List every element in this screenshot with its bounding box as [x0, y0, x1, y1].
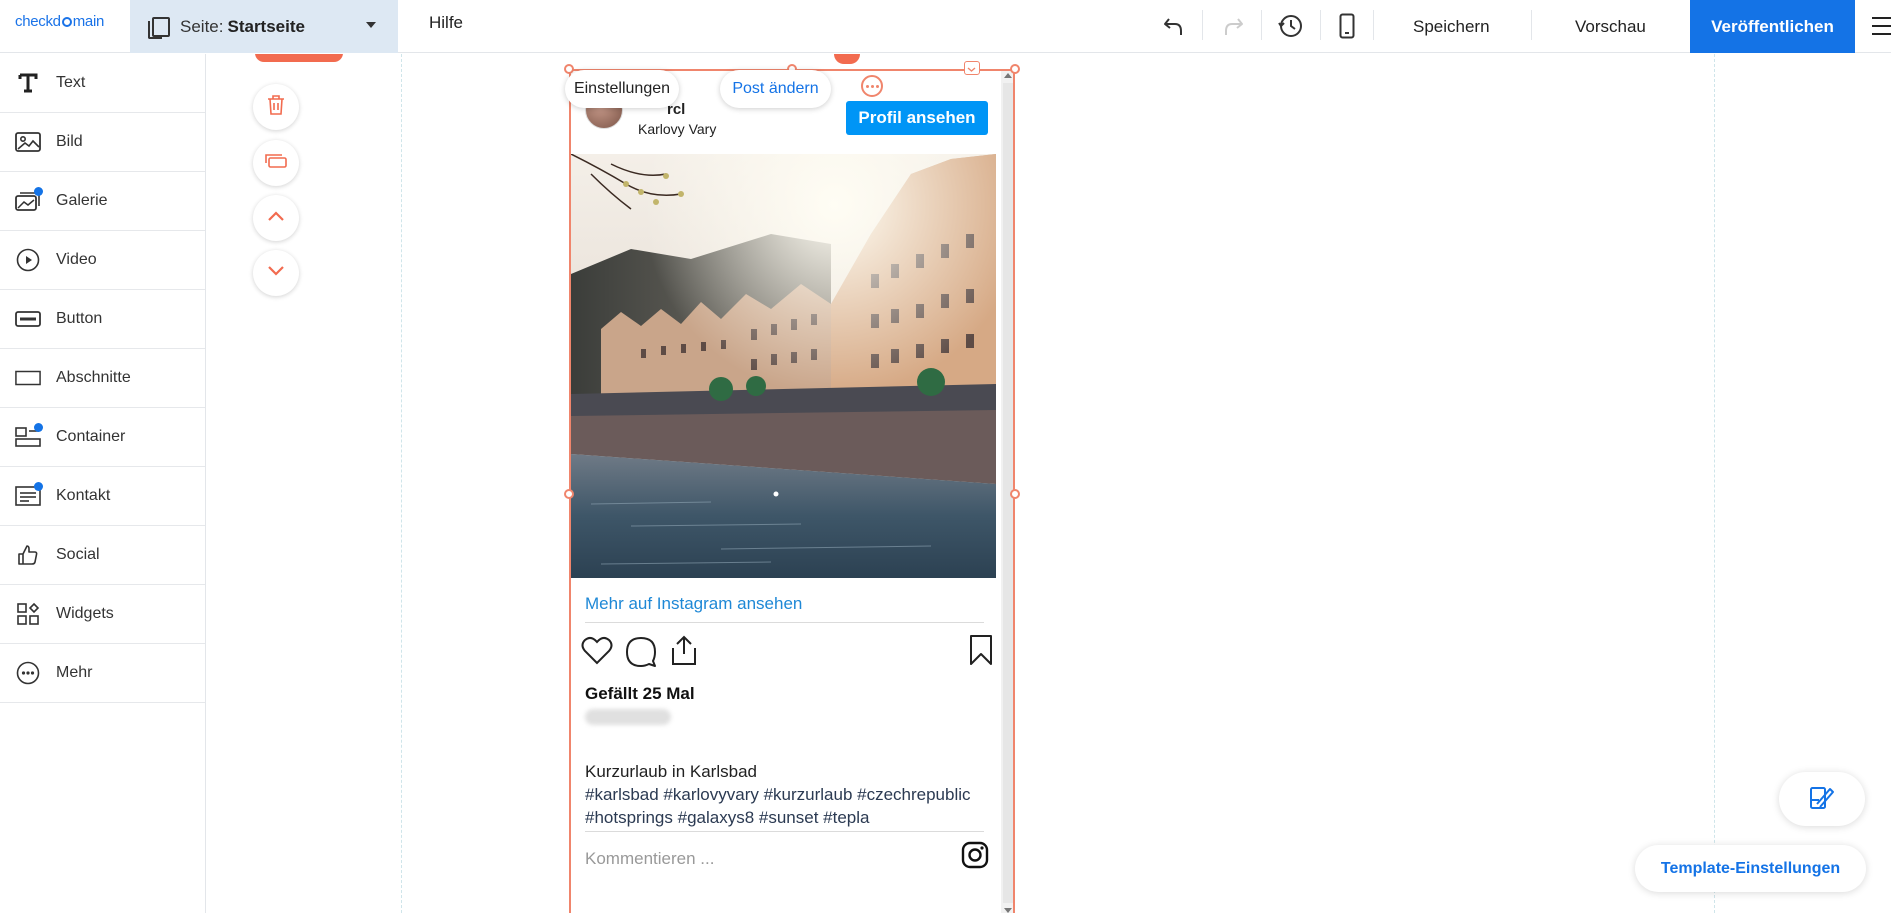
logo-text-start: checkd: [15, 13, 61, 30]
sidebar-item-video[interactable]: Video: [0, 231, 205, 290]
layout-guide: [401, 54, 402, 913]
palette-brush-icon: [1808, 783, 1836, 816]
sidebar-item-more[interactable]: Mehr: [0, 644, 205, 703]
chevron-down-icon: [366, 22, 376, 28]
design-settings-button[interactable]: [1779, 772, 1865, 826]
editor-canvas: rcl Karlovy Vary Profil ansehen Mehr auf…: [207, 54, 1891, 913]
sidebar-item-gallery[interactable]: Galerie: [0, 172, 205, 231]
top-bar: checkd main Seite: Startseite Hilfe Speic…: [0, 0, 1891, 53]
app-logo[interactable]: checkd main: [15, 13, 104, 30]
sidebar-item-label: Container: [56, 428, 126, 445]
widgets-icon: [15, 601, 41, 627]
help-link[interactable]: Hilfe: [429, 13, 463, 33]
preview-button[interactable]: Vorschau: [1575, 0, 1646, 53]
button-icon: [15, 306, 41, 332]
delete-button[interactable]: [253, 84, 299, 130]
sidebar-item-label: Mehr: [56, 664, 93, 681]
container-icon: [15, 423, 43, 450]
image-icon: [15, 129, 41, 155]
sidebar-item-label: Video: [56, 251, 97, 268]
pages-icon: [148, 16, 170, 39]
contact-icon: [15, 482, 43, 509]
more-icon: [15, 660, 41, 686]
move-down-icon: [267, 264, 285, 282]
sidebar-item-label: Bild: [56, 133, 83, 150]
move-down-button[interactable]: [253, 250, 299, 296]
text-icon: [15, 70, 41, 96]
new-badge: [34, 423, 43, 432]
duplicate-icon: [264, 152, 288, 175]
redo-icon[interactable]: [1217, 10, 1249, 42]
toolbar-divider: [1373, 10, 1374, 40]
new-badge: [34, 187, 43, 196]
sidebar-item-label: Social: [56, 546, 100, 563]
layout-guide: [1714, 54, 1715, 913]
edit-post-button[interactable]: Post ändern: [720, 70, 831, 108]
element-sidebar: Text Bild Galerie Video Button Abschnitt…: [0, 54, 206, 913]
undo-icon[interactable]: [1158, 10, 1190, 42]
sidebar-item-button[interactable]: Button: [0, 290, 205, 349]
sidebar-item-label: Button: [56, 310, 103, 327]
video-icon: [15, 247, 41, 273]
more-options-icon[interactable]: [861, 75, 883, 97]
resize-handle[interactable]: [564, 489, 574, 499]
sidebar-item-label: Galerie: [56, 192, 108, 209]
move-up-icon: [267, 209, 285, 227]
logo-ring: [61, 17, 72, 27]
collapse-chevron-icon[interactable]: [964, 61, 980, 75]
template-settings-button[interactable]: Template-Einstellungen: [1635, 845, 1866, 892]
logo-text-end: main: [72, 13, 105, 30]
page-selector-name: Startseite: [227, 16, 305, 36]
toolbar-divider: [1261, 10, 1262, 40]
sidebar-item-container[interactable]: Container: [0, 408, 205, 467]
history-icon[interactable]: [1275, 10, 1307, 42]
sidebar-item-text[interactable]: Text: [0, 54, 205, 113]
move-up-button[interactable]: [253, 195, 299, 241]
sidebar-item-contact[interactable]: Kontakt: [0, 467, 205, 526]
sidebar-item-label: Abschnitte: [56, 369, 131, 386]
sidebar-item-widgets[interactable]: Widgets: [0, 585, 205, 644]
sidebar-item-sections[interactable]: Abschnitte: [0, 349, 205, 408]
page-selector[interactable]: Seite: Startseite: [130, 0, 398, 53]
save-button[interactable]: Speichern: [1413, 0, 1490, 53]
trash-icon: [266, 94, 286, 121]
sidebar-item-label: Text: [56, 74, 86, 91]
section-tag[interactable]: [255, 54, 343, 62]
page-selector-prefix: Seite:: [180, 16, 224, 36]
toolbar-divider: [1320, 10, 1321, 40]
duplicate-button[interactable]: [253, 140, 299, 186]
toolbar-divider: [1202, 10, 1203, 40]
sidebar-item-image[interactable]: Bild: [0, 113, 205, 172]
mobile-preview-icon[interactable]: [1331, 10, 1363, 42]
sidebar-item-label: Kontakt: [56, 487, 111, 504]
new-badge: [34, 482, 43, 491]
sidebar-item-social[interactable]: Social: [0, 526, 205, 585]
add-section-handle[interactable]: [834, 54, 860, 64]
section-icon: [15, 365, 41, 391]
publish-button[interactable]: Veröffentlichen: [1690, 0, 1855, 53]
resize-handle[interactable]: [1010, 64, 1020, 74]
settings-pill-button[interactable]: Einstellungen: [565, 70, 679, 108]
toolbar-divider: [1531, 10, 1532, 40]
thumbs-up-icon: [15, 542, 41, 568]
gallery-icon: [15, 187, 43, 214]
resize-handle[interactable]: [1010, 489, 1020, 499]
selection-frame: [569, 69, 1015, 913]
sidebar-item-label: Widgets: [56, 605, 114, 622]
menu-icon[interactable]: [1872, 17, 1891, 35]
